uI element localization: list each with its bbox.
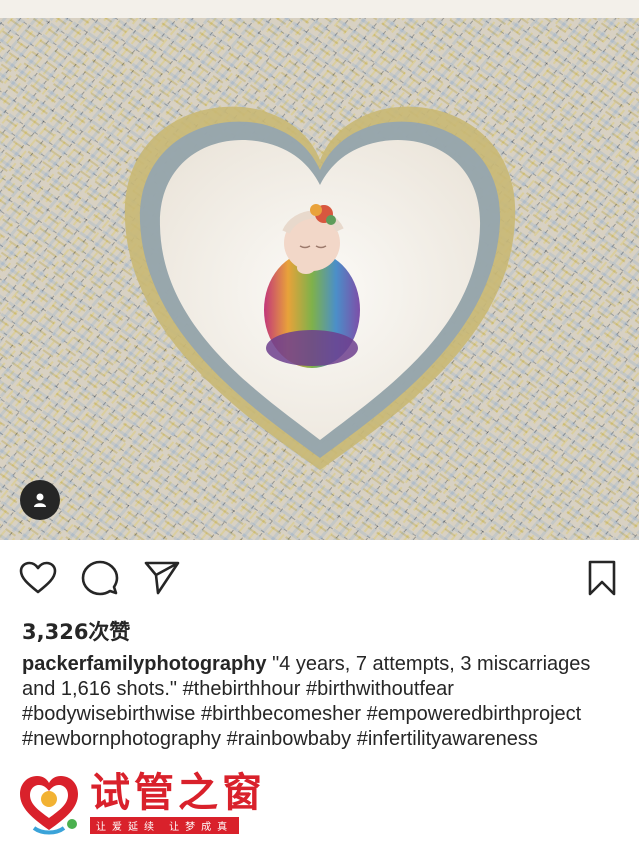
hashtag[interactable]: #newbornphotography xyxy=(22,728,221,750)
save-button[interactable] xyxy=(582,558,622,598)
hashtag[interactable]: #thebirthhour xyxy=(183,678,301,700)
likes-count[interactable]: 3,326次赞 xyxy=(22,616,130,646)
speech-bubble-icon xyxy=(81,560,119,596)
post-photo[interactable] xyxy=(0,0,639,540)
like-button[interactable] xyxy=(18,558,58,598)
person-icon xyxy=(34,493,46,507)
bookmark-icon xyxy=(588,560,616,596)
watermark-logo-icon xyxy=(20,776,78,835)
caption-username[interactable]: packerfamilyphotography xyxy=(22,653,267,675)
hashtag[interactable]: #infertilityawareness xyxy=(357,728,538,750)
hashtag[interactable]: #empoweredbirthproject xyxy=(367,703,582,725)
watermark-title: 试管之窗 xyxy=(90,769,266,816)
tagged-users-button[interactable] xyxy=(20,480,60,520)
paper-plane-icon xyxy=(144,561,180,595)
hashtag[interactable]: #bodywisebirthwise xyxy=(22,703,195,725)
hashtag[interactable]: #birthbecomesher xyxy=(201,703,361,725)
post-action-bar xyxy=(0,540,639,616)
comment-button[interactable] xyxy=(80,558,120,598)
share-button[interactable] xyxy=(142,558,182,598)
watermark: 试管之窗 让爱延续 让梦成真 xyxy=(10,764,270,842)
watermark-slogan: 让爱延续 让梦成真 xyxy=(90,817,240,834)
heart-outline-icon xyxy=(19,561,57,594)
post-caption: packerfamilyphotography "4 years, 7 atte… xyxy=(22,652,622,752)
hashtag[interactable]: #birthwithoutfear xyxy=(306,678,454,700)
post-photo-illustration xyxy=(0,0,639,540)
hashtag[interactable]: #rainbowbaby xyxy=(227,728,352,750)
